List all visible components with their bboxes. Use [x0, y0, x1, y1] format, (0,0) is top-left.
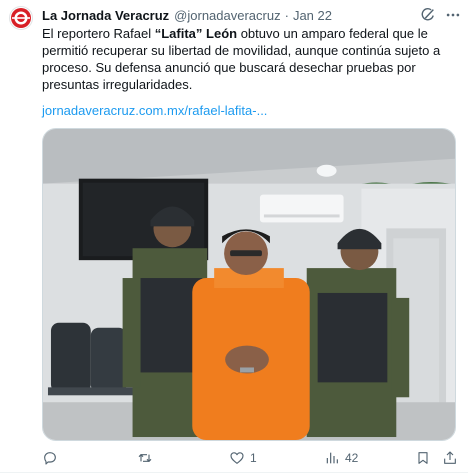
views-count: 42 — [345, 451, 359, 465]
views-bar-chart-icon — [326, 452, 338, 464]
more-options-button[interactable] — [444, 6, 462, 24]
tweet-card[interactable]: La Jornada Veracruz @jornadaveracruz · J… — [0, 0, 468, 473]
share-button[interactable] — [442, 448, 458, 468]
tweet-text-bold-name: “Lafita” León — [154, 26, 238, 41]
grok-icon — [421, 8, 434, 21]
reply-button[interactable] — [42, 448, 63, 468]
article-link[interactable]: jornadaveracruz.com.mx/rafael-lafita-... — [42, 103, 267, 118]
tweet-text: El reportero Rafael “Lafita” León obtuvo… — [42, 25, 460, 93]
heart-icon — [230, 452, 244, 464]
separator-dot: · — [284, 7, 289, 23]
like-count: 1 — [250, 451, 257, 465]
more-dots-icon — [446, 13, 460, 17]
bookmark-button[interactable] — [415, 448, 431, 468]
repost-icon — [138, 454, 152, 462]
grok-button[interactable] — [419, 6, 437, 24]
author-name[interactable]: La Jornada Veracruz — [42, 8, 169, 23]
tweet-header: La Jornada Veracruz @jornadaveracruz · J… — [42, 6, 332, 24]
tweet-actions-bar: 1 42 — [42, 448, 462, 468]
repost-button[interactable] — [137, 448, 158, 468]
reply-icon — [44, 452, 56, 465]
like-button[interactable]: 1 — [229, 448, 257, 468]
jornada-veracruz-logo-icon — [11, 8, 31, 28]
tweet-photo[interactable] — [42, 128, 456, 441]
tweet-text-part1: El reportero Rafael — [42, 26, 155, 41]
bookmark-icon — [418, 452, 428, 464]
photo-image — [43, 129, 455, 440]
tweet-timestamp[interactable]: Jan 22 — [293, 8, 332, 23]
avatar[interactable] — [9, 6, 33, 30]
share-icon — [444, 451, 456, 464]
views-button[interactable]: 42 — [324, 448, 358, 468]
author-handle[interactable]: @jornadaveracruz — [174, 8, 280, 23]
